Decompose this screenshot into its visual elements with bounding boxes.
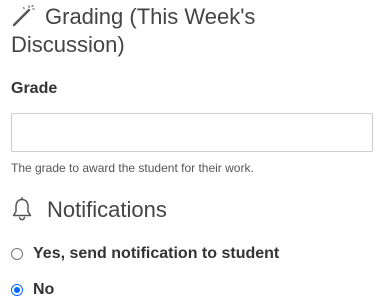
notify-yes-option[interactable]: Yes, send notification to student [11, 245, 279, 263]
notify-yes-radio[interactable] [11, 248, 23, 260]
grading-section-title: Grading (This Week's Discussion) [11, 3, 341, 59]
bell-icon [11, 197, 33, 221]
grade-label: Grade [11, 80, 58, 97]
notify-yes-label[interactable]: Yes, send notification to student [33, 245, 279, 263]
grading-title-text: Grading (This Week's Discussion) [11, 4, 256, 57]
notifications-section-title: Notifications [11, 196, 167, 224]
grade-help-text: The grade to award the student for their… [11, 161, 254, 175]
notify-no-option[interactable]: No [11, 281, 54, 299]
notify-no-label[interactable]: No [33, 281, 54, 299]
notifications-title-text: Notifications [47, 197, 167, 222]
magic-wand-icon [11, 4, 35, 27]
grade-input[interactable] [11, 113, 373, 152]
notify-no-radio[interactable] [11, 284, 23, 296]
